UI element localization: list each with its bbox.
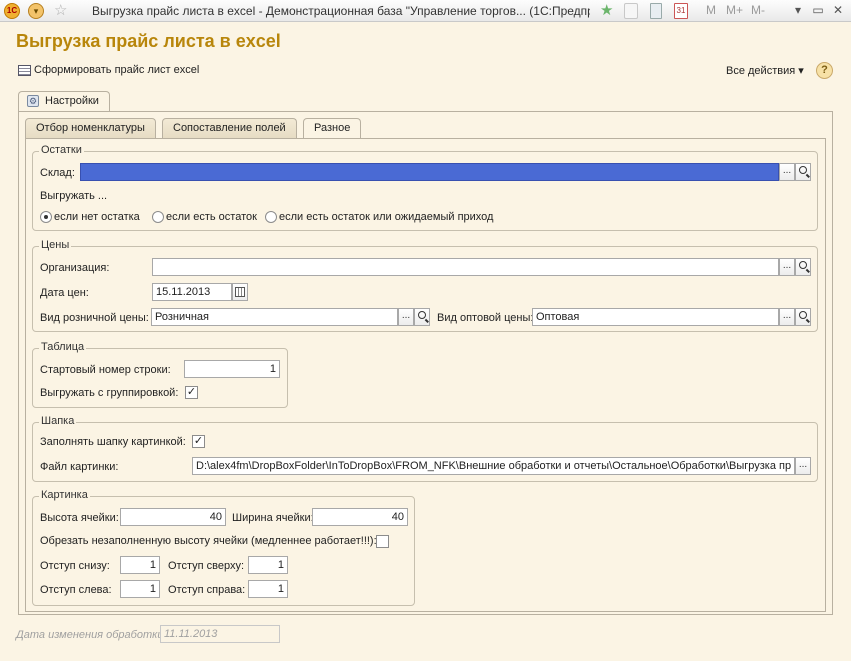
top-indent-label: Отступ сверху: (168, 560, 245, 572)
memory-tool-m-plus[interactable]: M+ (726, 3, 743, 17)
cell-width-field[interactable]: 40 (312, 508, 408, 526)
generate-price-list-button[interactable]: Сформировать прайс лист excel (18, 64, 199, 76)
radio-stock-or-incoming-label[interactable]: если есть остаток или ожидаемый приход (279, 211, 493, 223)
warehouse-field[interactable] (80, 163, 779, 181)
warehouse-open-button[interactable] (795, 163, 811, 181)
window-titlebar: 1C ▾ ☆ Выгрузка прайс листа в excel - Де… (0, 0, 851, 22)
price-date-field[interactable]: 15.11.2013 (152, 283, 232, 301)
cell-width-label: Ширина ячейки: (232, 512, 314, 524)
minimize-icon[interactable]: ▾ (790, 3, 806, 18)
magnifier-icon (799, 261, 807, 269)
menu-arrow-icon[interactable]: ▾ (28, 3, 44, 19)
group-table-title: Таблица (39, 341, 87, 353)
app-logo-icon[interactable]: 1C (4, 3, 20, 19)
gear-icon: ⚙ (27, 95, 39, 107)
organization-open-button[interactable] (795, 258, 811, 276)
radio-has-stock-label[interactable]: если есть остаток (166, 211, 257, 223)
cell-height-label: Высота ячейки: (40, 512, 119, 524)
modified-date-field: 11.11.2013 (160, 625, 280, 643)
group-picture-title: Картинка (39, 489, 90, 501)
warehouse-select-button[interactable]: ... (779, 163, 795, 181)
group-table: Таблица (32, 341, 288, 408)
price-date-label: Дата цен: (40, 287, 89, 299)
export-mode-label: Выгружать ... (40, 190, 108, 202)
organization-label: Организация: (40, 262, 110, 274)
tab-nomenclature-filter[interactable]: Отбор номенклатуры (25, 118, 156, 138)
group-prices-title: Цены (39, 239, 72, 251)
all-actions-menu[interactable]: Все действия ▾ (726, 64, 804, 77)
crop-height-label: Обрезать незаполненную высоту ячейки (ме… (40, 535, 377, 547)
organization-select-button[interactable]: ... (779, 258, 795, 276)
bottom-indent-label: Отступ снизу: (40, 560, 110, 572)
retail-price-open-button[interactable] (414, 308, 430, 326)
table-icon (18, 64, 31, 76)
star-icon[interactable]: ☆ (54, 3, 70, 19)
cell-height-field[interactable]: 40 (120, 508, 226, 526)
tab-field-mapping[interactable]: Сопоставление полей (162, 118, 297, 138)
image-file-select-button[interactable]: ... (795, 457, 811, 475)
crop-height-checkbox[interactable] (376, 535, 389, 548)
radio-has-stock[interactable] (152, 211, 164, 223)
fill-header-checkbox[interactable]: ✓ (192, 435, 205, 448)
calendar-icon[interactable]: 31 (674, 3, 688, 19)
fill-header-label: Заполнять шапку картинкой: (40, 436, 186, 448)
radio-no-stock-label[interactable]: если нет остатка (54, 211, 140, 223)
window-title: Выгрузка прайс листа в excel - Демонстра… (92, 4, 590, 18)
organization-field[interactable] (152, 258, 779, 276)
retail-price-label: Вид розничной цены: (40, 312, 149, 324)
tab-settings-label: Настройки (45, 95, 99, 107)
image-file-field[interactable]: D:\alex4fm\DropBoxFolder\InToDropBox\FRO… (192, 457, 795, 475)
calculator-icon[interactable] (650, 3, 662, 19)
restore-icon[interactable]: ▭ (810, 3, 826, 18)
modified-date-label: Дата изменения обработки: (16, 629, 167, 641)
tab-misc[interactable]: Разное (303, 118, 362, 139)
generate-price-list-label: Сформировать прайс лист excel (34, 64, 200, 76)
grouping-checkbox[interactable]: ✓ (185, 386, 198, 399)
form-title: Выгрузка прайс листа в excel (16, 31, 281, 51)
help-button[interactable]: ? (816, 62, 833, 79)
start-row-field[interactable]: 1 (184, 360, 280, 378)
wholesale-price-open-button[interactable] (795, 308, 811, 326)
radio-no-stock[interactable] (40, 211, 52, 223)
print-icon[interactable] (624, 3, 638, 19)
warehouse-label: Склад: (40, 167, 75, 179)
group-stock-title: Остатки (39, 144, 84, 156)
retail-price-field[interactable]: Розничная (151, 308, 398, 326)
magnifier-icon (799, 311, 807, 319)
right-indent-field[interactable]: 1 (248, 580, 288, 598)
radio-stock-or-incoming[interactable] (265, 211, 277, 223)
favorite-star-icon[interactable]: ★ (600, 3, 616, 19)
group-header-title: Шапка (39, 415, 77, 427)
wholesale-price-label: Вид оптовой цены: (437, 312, 534, 324)
grouping-label: Выгружать с группировкой: (40, 387, 179, 399)
image-file-label: Файл картинки: (40, 461, 119, 473)
retail-price-select-button[interactable]: ... (398, 308, 414, 326)
magnifier-icon (799, 166, 807, 174)
memory-tool-m[interactable]: M (706, 3, 716, 17)
calendar-button[interactable] (232, 283, 248, 301)
magnifier-icon (418, 311, 426, 319)
close-icon[interactable]: ✕ (830, 3, 846, 18)
calendar-icon (235, 287, 245, 297)
start-row-label: Стартовый номер строки: (40, 364, 171, 376)
bottom-indent-field[interactable]: 1 (120, 556, 160, 574)
top-indent-field[interactable]: 1 (248, 556, 288, 574)
right-indent-label: Отступ справа: (168, 584, 246, 596)
tab-settings[interactable]: ⚙ Настройки (18, 91, 110, 112)
wholesale-price-field[interactable]: Оптовая (532, 308, 779, 326)
left-indent-field[interactable]: 1 (120, 580, 160, 598)
left-indent-label: Отступ слева: (40, 584, 112, 596)
memory-tool-m-minus[interactable]: M- (751, 3, 765, 17)
wholesale-price-select-button[interactable]: ... (779, 308, 795, 326)
